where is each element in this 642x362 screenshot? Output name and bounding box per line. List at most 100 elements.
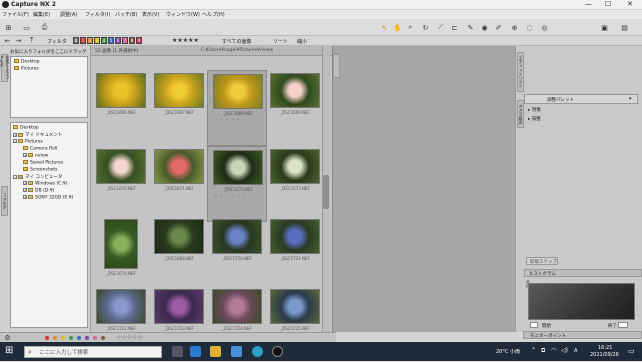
tree-drive-e[interactable]: + SONY 32GB (E:¥): [23, 195, 73, 201]
menu-adjust[interactable]: 調整(A): [60, 11, 77, 18]
rating-filter[interactable]: ★★★★★: [172, 37, 199, 44]
capture-nx-taskbar-icon[interactable]: [272, 346, 283, 357]
label-3[interactable]: 3: [94, 37, 100, 44]
brush-icon[interactable]: ✐: [494, 23, 503, 32]
thumbnail-item[interactable]: _DSC1671.NEF: [149, 146, 209, 222]
thumbnail-image[interactable]: [212, 289, 262, 324]
thumbnail-item[interactable]: _DSC1674.NEF: [91, 216, 151, 292]
tree-my-computer[interactable]: − マイ コンピュータ: [13, 174, 62, 180]
edit-item-develop[interactable]: ▸ 現像: [528, 107, 541, 113]
store-icon[interactable]: [231, 346, 242, 357]
forward-icon[interactable]: →: [14, 36, 23, 45]
taskbar-search-input[interactable]: ⌕ ここに入力して検索: [24, 346, 162, 358]
histogram-header[interactable]: ヒストグラム: [524, 269, 642, 277]
thumbnail-image[interactable]: [154, 149, 204, 184]
thumbnail-rating[interactable]: ⊘ • • • • •: [214, 117, 247, 122]
new-step-button[interactable]: 新規ステップ: [526, 257, 558, 265]
preset-dropdown[interactable]: 調整パレット ▾: [524, 94, 638, 104]
thumbnail-image[interactable]: [270, 149, 320, 184]
thumbnail-rating[interactable]: ⊘ • • • • •: [214, 193, 247, 198]
menu-edit[interactable]: 編集(E): [33, 11, 50, 18]
image-viewer[interactable]: [332, 46, 515, 332]
thumbnail-image[interactable]: [212, 219, 262, 254]
viewer-tab[interactable]: [333, 54, 340, 78]
tree-drive-d[interactable]: + DB (D:¥): [23, 188, 54, 194]
tree-nview[interactable]: + nview: [23, 153, 48, 159]
expand-icon[interactable]: +: [23, 188, 27, 192]
scrollbar-thumb[interactable]: [323, 175, 329, 209]
control-point-icon[interactable]: ⊕: [510, 23, 519, 32]
rating-stars[interactable]: ☆☆☆☆☆: [116, 334, 143, 341]
zoom-tool-icon[interactable]: ⌕: [406, 23, 415, 32]
thumbnail-image[interactable]: [154, 219, 204, 254]
menu-file[interactable]: ファイル(F): [2, 11, 29, 18]
folders-tab[interactable]: フォルダ: [1, 186, 8, 216]
tree-documents[interactable]: + マイ ドキュメント: [13, 132, 62, 138]
print-icon[interactable]: ⎙: [40, 23, 49, 32]
expand-icon[interactable]: +: [23, 195, 27, 199]
expand-icon[interactable]: +: [23, 153, 27, 157]
arrow-tool-icon[interactable]: ↖: [380, 23, 389, 32]
sort-button[interactable]: ソート: [273, 38, 288, 45]
label-dot[interactable]: [53, 336, 57, 340]
expand-icon[interactable]: +: [23, 181, 27, 185]
photos-app-icon[interactable]: [190, 346, 201, 357]
edge-icon[interactable]: [252, 346, 263, 357]
close-button[interactable]: ✕: [627, 0, 633, 8]
volume-icon[interactable]: ◁): [561, 347, 568, 354]
folder-icon[interactable]: ▭: [22, 23, 31, 32]
all-files-select[interactable]: すべての画像: [222, 38, 251, 45]
monitor-point-header[interactable]: モニターポイント: [523, 331, 642, 339]
pen-icon[interactable]: ✎: [466, 23, 475, 32]
label-dot[interactable]: [45, 336, 49, 340]
edit-list-tab[interactable]: エディットリスト: [517, 52, 524, 92]
minimize-button[interactable]: —: [585, 0, 592, 8]
tree-pictures[interactable]: − Pictures: [13, 139, 43, 145]
up-folder-icon[interactable]: ⤒: [27, 36, 36, 45]
thumbnail-image[interactable]: [270, 289, 320, 324]
menu-help[interactable]: ヘルプ(H): [202, 11, 225, 18]
thumbnail-item[interactable]: _DSC1669.NEF: [265, 70, 325, 146]
red-eye-icon[interactable]: ◉: [480, 23, 489, 32]
notification-icon[interactable]: ▭: [628, 347, 635, 355]
label-dot[interactable]: [77, 336, 81, 340]
weather-text[interactable]: 20°C 小雨: [496, 348, 520, 355]
label-5[interactable]: 5: [108, 37, 114, 44]
label-dot[interactable]: [61, 336, 65, 340]
thumbnail-item[interactable]: _DSC1670.NEF: [91, 146, 151, 222]
edit-item-adjust[interactable]: ▸ 調整: [528, 116, 541, 122]
tree-camera-roll[interactable]: Camera Roll: [23, 146, 57, 152]
ime-indicator[interactable]: A: [574, 348, 577, 354]
straighten-icon[interactable]: ⟋: [436, 23, 445, 32]
thumbnail-item[interactable]: _DSC1721.NEF: [265, 216, 325, 292]
thumbnail-image[interactable]: [96, 289, 146, 324]
thumbnail-item[interactable]: _DSC1673.NEF: [265, 146, 325, 222]
label-1[interactable]: 1: [80, 37, 86, 44]
end-field[interactable]: [618, 322, 628, 328]
label-4[interactable]: 4: [101, 37, 107, 44]
thumbnail-item[interactable]: _DSC1666.NEF: [91, 70, 151, 146]
thumbnail-image[interactable]: [270, 73, 320, 108]
tree-screenshots[interactable]: Screenshots: [23, 167, 58, 173]
thumbnail-image[interactable]: [104, 219, 138, 269]
label-dot[interactable]: [101, 336, 105, 340]
workspace2-icon[interactable]: ▤: [620, 23, 629, 32]
network-icon[interactable]: ⧉: [541, 347, 545, 355]
selection-icon[interactable]: ◌: [525, 23, 534, 32]
thumbnail-item[interactable]: _DSC1672.NEF ⊘ • • • • •: [207, 146, 267, 222]
windows-start-icon[interactable]: ⊞: [5, 345, 13, 356]
label-8[interactable]: 8: [129, 37, 135, 44]
thumbnail-item[interactable]: _DSC1667.NEF: [149, 70, 209, 146]
collapse-icon[interactable]: −: [13, 139, 17, 143]
menu-batch[interactable]: バッチ(B): [115, 11, 137, 18]
thumbnail-image[interactable]: [154, 289, 204, 324]
clock-date[interactable]: 2021/09/26: [590, 352, 619, 358]
label-dot[interactable]: [85, 336, 89, 340]
lasso-icon[interactable]: ◎: [540, 23, 549, 32]
menu-filter[interactable]: フィルタ(I): [85, 11, 110, 18]
workspace-icon[interactable]: ▣: [600, 23, 609, 32]
tree-saved-pictures[interactable]: Saved Pictures: [23, 160, 63, 166]
menu-view[interactable]: 表示(V): [142, 11, 159, 18]
thumbnail-image[interactable]: [213, 150, 263, 185]
label-9[interactable]: 9: [136, 37, 142, 44]
